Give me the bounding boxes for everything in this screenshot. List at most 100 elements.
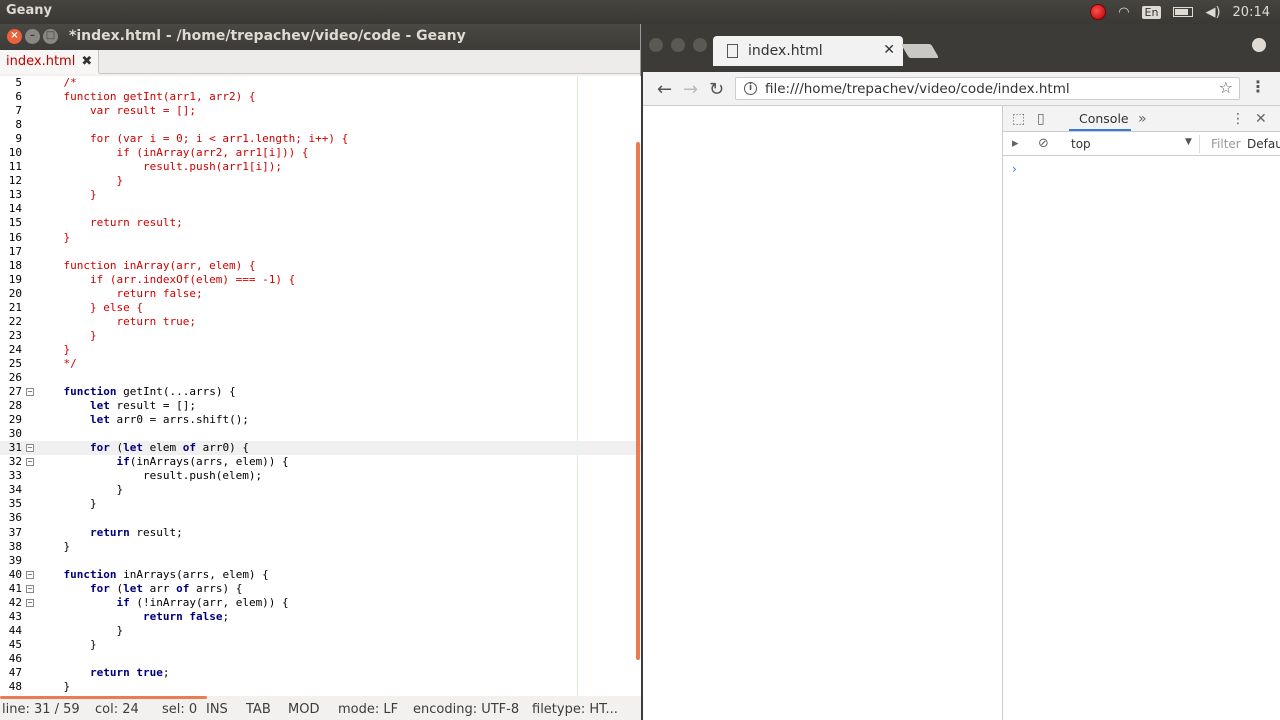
- clock[interactable]: 20:14: [1233, 5, 1270, 20]
- code-line[interactable]: 45 }: [0, 638, 641, 652]
- record-icon[interactable]: [1090, 4, 1107, 20]
- code-line[interactable]: 31− for (let elem of arr0) {: [0, 441, 641, 456]
- code-line[interactable]: 25 */: [0, 357, 641, 371]
- active-tab-indicator: [1069, 129, 1131, 131]
- info-icon[interactable]: i: [744, 82, 757, 95]
- code-line[interactable]: 39: [0, 554, 641, 568]
- battery-icon[interactable]: [1173, 7, 1194, 17]
- code-line[interactable]: 13 }: [0, 188, 641, 202]
- code-line[interactable]: 19 if (arr.indexOf(elem) === -1) {: [0, 273, 641, 287]
- code-line[interactable]: 30: [0, 427, 641, 441]
- maximize-icon[interactable]: □: [43, 29, 58, 44]
- code-line[interactable]: 20 return false;: [0, 287, 641, 301]
- code-text: if(inArrays(arrs, elem)) {: [116, 455, 289, 469]
- vertical-scrollbar[interactable]: [636, 142, 640, 660]
- code-line[interactable]: 34 }: [0, 483, 641, 497]
- code-line[interactable]: 14: [0, 202, 641, 216]
- context-selector[interactable]: top: [1071, 137, 1091, 151]
- code-line[interactable]: 8: [0, 118, 641, 132]
- menu-icon[interactable]: ⋮: [1250, 77, 1266, 96]
- code-line[interactable]: 47 return true;: [0, 666, 641, 680]
- code-line[interactable]: 6 function getInt(arr1, arr2) {: [0, 90, 641, 104]
- code-line[interactable]: 22 return true;: [0, 315, 641, 329]
- code-line[interactable]: 16 }: [0, 231, 641, 245]
- code-line[interactable]: 35 }: [0, 497, 641, 511]
- code-line[interactable]: 28 let result = [];: [0, 399, 641, 413]
- close-icon[interactable]: [649, 38, 663, 52]
- minimize-icon[interactable]: [671, 38, 685, 52]
- filter-input[interactable]: Filter: [1211, 137, 1241, 151]
- devtools-menu-icon[interactable]: ⋮: [1231, 111, 1245, 127]
- code-line[interactable]: 48 }: [0, 680, 641, 694]
- code-line[interactable]: 42− if (!inArray(arr, elem)) {: [0, 596, 641, 610]
- line-number: 7: [15, 104, 22, 118]
- maximize-icon[interactable]: [693, 38, 707, 52]
- fold-toggle-icon[interactable]: −: [26, 570, 34, 579]
- star-icon[interactable]: ☆: [1219, 78, 1233, 97]
- clear-icon[interactable]: ⊘: [1038, 136, 1049, 151]
- wifi-icon[interactable]: ◠: [1118, 5, 1129, 20]
- chevron-down-icon[interactable]: ▼: [1185, 137, 1192, 147]
- close-tab-icon[interactable]: ✖: [81, 54, 92, 69]
- code-line[interactable]: 38 }: [0, 540, 641, 554]
- back-icon[interactable]: ←: [657, 79, 672, 100]
- code-line[interactable]: 32− if(inArrays(arrs, elem)) {: [0, 455, 641, 469]
- code-line[interactable]: 36: [0, 511, 641, 525]
- keyboard-layout[interactable]: En: [1141, 5, 1162, 19]
- profile-icon[interactable]: [1252, 38, 1266, 52]
- code-line[interactable]: 43 return false;: [0, 610, 641, 624]
- code-line[interactable]: 7 var result = [];: [0, 104, 641, 118]
- fold-toggle-icon[interactable]: −: [26, 388, 34, 397]
- code-line[interactable]: 12 }: [0, 174, 641, 188]
- fold-toggle-icon[interactable]: −: [26, 584, 34, 593]
- code-line[interactable]: 15 return result;: [0, 216, 641, 230]
- new-tab-button[interactable]: [900, 44, 940, 58]
- close-devtools-icon[interactable]: ✕: [1255, 111, 1267, 127]
- code-line[interactable]: 46: [0, 652, 641, 666]
- fold-toggle-icon[interactable]: −: [26, 458, 34, 467]
- fold-toggle-icon[interactable]: −: [26, 598, 34, 607]
- line-number: 16: [8, 230, 22, 244]
- code-text: }: [37, 174, 124, 188]
- code-lines[interactable]: 5 /* 6 function getInt(arr1, arr2) {7 var…: [0, 76, 641, 694]
- code-line[interactable]: 44 }: [0, 624, 641, 638]
- device-icon[interactable]: ▯: [1037, 111, 1045, 127]
- code-text: }: [37, 188, 97, 202]
- code-line[interactable]: 41− for (let arr of arrs) {: [0, 582, 641, 596]
- console-prompt[interactable]: ›: [1012, 162, 1017, 176]
- browser-tab[interactable]: index.html ✕: [713, 36, 903, 66]
- code-line[interactable]: 24 }: [0, 343, 641, 357]
- code-line[interactable]: 23 }: [0, 329, 641, 343]
- volume-icon[interactable]: ◀): [1205, 5, 1220, 20]
- forward-icon[interactable]: →: [683, 79, 698, 100]
- sidebar-icon[interactable]: ▸: [1012, 136, 1019, 151]
- code-line[interactable]: 11 result.push(arr1[i]);: [0, 160, 641, 174]
- code-line[interactable]: 10 if (inArray(arr2, arr1[i])) {: [0, 146, 641, 160]
- tab-console[interactable]: Console: [1079, 111, 1129, 126]
- address-bar[interactable]: i file:///home/trepachev/video/code/inde…: [735, 77, 1240, 100]
- code-line[interactable]: 27− function getInt(...arrs) {: [0, 385, 641, 399]
- code-line[interactable]: 29 let arr0 = arrs.shift();: [0, 413, 641, 427]
- minimize-icon[interactable]: –: [25, 29, 40, 44]
- code-line[interactable]: 17: [0, 245, 641, 259]
- close-icon[interactable]: ×: [7, 29, 22, 44]
- close-tab-icon[interactable]: ✕: [883, 42, 895, 58]
- more-tabs-icon[interactable]: »: [1138, 111, 1147, 127]
- code-line[interactable]: 21 } else {: [0, 301, 641, 315]
- reload-icon[interactable]: ↻: [709, 79, 724, 100]
- tab-index-html[interactable]: index.html ✖: [0, 50, 100, 74]
- code-line[interactable]: 9 for (var i = 0; i < arr1.length; i++) …: [0, 132, 641, 146]
- code-editor[interactable]: 5 /* 6 function getInt(arr1, arr2) {7 var…: [0, 76, 641, 696]
- levels-dropdown[interactable]: Default: [1247, 137, 1280, 151]
- page-viewport[interactable]: [643, 106, 1003, 720]
- fold-toggle-icon[interactable]: −: [26, 444, 34, 453]
- code-line[interactable]: 33 result.push(elem);: [0, 469, 641, 483]
- code-line[interactable]: 18 function inArray(arr, elem) {: [0, 259, 641, 273]
- code-line[interactable]: 5 /*: [0, 76, 641, 90]
- code-line[interactable]: 26: [0, 371, 641, 385]
- code-line[interactable]: 37 return result;: [0, 526, 641, 540]
- code-text: /*: [37, 76, 77, 89]
- line-number: 21: [8, 300, 22, 314]
- code-line[interactable]: 40− function inArrays(arrs, elem) {: [0, 568, 641, 582]
- inspect-icon[interactable]: ⬚: [1012, 111, 1025, 127]
